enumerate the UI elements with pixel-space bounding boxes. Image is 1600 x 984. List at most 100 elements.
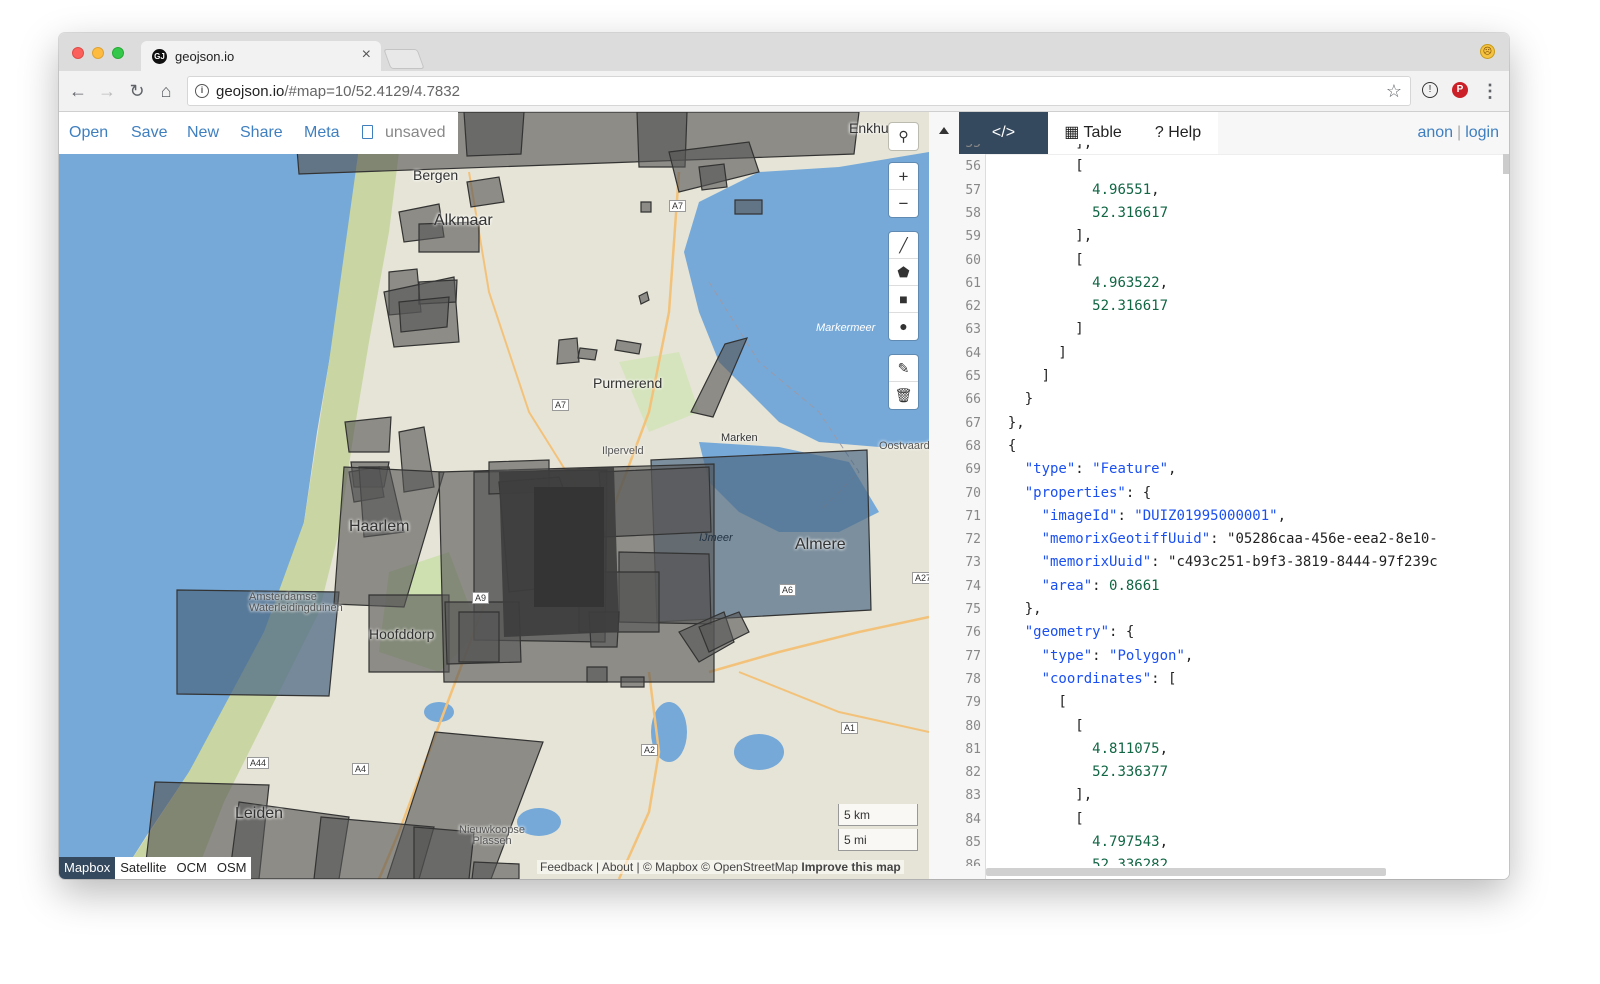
json-editor[interactable]: 55 ],56 [57 4.96551,58 52.31661759 ],60 …: [929, 144, 1509, 866]
draw-rectangle-icon[interactable]: ■: [889, 286, 918, 313]
search-icon[interactable]: ⚲: [889, 123, 918, 150]
layer-osm[interactable]: OSM: [212, 857, 252, 879]
bookmark-star-icon[interactable]: ☆: [1386, 81, 1402, 102]
map-view[interactable]: Bergen Alkmaar Enkhu Markermeer Purmeren…: [59, 112, 929, 879]
code-text: ],: [991, 787, 1093, 804]
line-number: 62: [965, 299, 981, 315]
collapse-icon[interactable]: [939, 127, 949, 134]
code-text: [: [991, 810, 1084, 827]
code-text: [: [991, 251, 1084, 268]
extension-icon[interactable]: !: [1422, 82, 1438, 98]
window-minimize-button[interactable]: [92, 47, 104, 59]
place-label: Marken: [721, 432, 758, 444]
editor-pane: </> JSON ▦ Table ? Help anon|login 55 ],…: [929, 112, 1509, 879]
pinterest-icon[interactable]: P: [1452, 82, 1468, 98]
zoom-out-button[interactable]: −: [889, 190, 918, 217]
code-text: 52.316617: [1092, 204, 1169, 221]
line-number: 73: [965, 555, 981, 571]
polygon: [398, 296, 450, 333]
browser-tab[interactable]: GJ geojson.io ×: [141, 41, 381, 71]
layer-ocm[interactable]: OCM: [172, 857, 212, 879]
tab-close-icon[interactable]: ×: [362, 46, 371, 64]
code-text: 52.336282: [1092, 857, 1169, 866]
line-number: 57: [965, 182, 981, 198]
code-text: [: [991, 717, 1084, 734]
table-icon: ▦: [1064, 124, 1084, 141]
info-icon[interactable]: i: [195, 84, 209, 98]
user-name[interactable]: anon: [1417, 124, 1453, 141]
code-text: "memorixUuid": "c493c251-b9f3-3819-8444-…: [1041, 554, 1438, 571]
layer-switcher: Mapbox Satellite OCM OSM: [59, 857, 252, 879]
reload-icon[interactable]: ↻: [127, 81, 147, 101]
trash-icon[interactable]: 🗑: [889, 382, 918, 409]
draw-polygon-icon[interactable]: ⬟: [889, 259, 918, 286]
code-text: "properties": {: [1024, 484, 1152, 501]
tab-strip: GJ geojson.io × ☹: [59, 33, 1509, 71]
line-number: 84: [965, 811, 981, 827]
polygon: [458, 611, 500, 663]
line-number: 83: [965, 788, 981, 804]
save-button[interactable]: Save: [131, 124, 167, 142]
meta-button[interactable]: Meta: [304, 124, 340, 142]
code-text: "imageId": "DUIZ01995000001",: [1041, 507, 1287, 524]
vertical-scrollbar[interactable]: [1503, 154, 1509, 174]
search-control[interactable]: ⚲: [889, 123, 918, 150]
share-button[interactable]: Share: [240, 124, 283, 142]
line-number: 67: [965, 415, 981, 431]
polygon: [698, 163, 728, 191]
home-icon[interactable]: ⌂: [156, 81, 176, 101]
place-label: Bergen: [413, 167, 459, 183]
code-text: 52.316617: [1092, 298, 1169, 315]
url-text[interactable]: geojson.io/#map=10/52.4129/4.7832: [216, 83, 460, 100]
profile-icon[interactable]: ☹: [1480, 44, 1495, 59]
new-button[interactable]: New: [187, 124, 219, 142]
polygon: [586, 666, 608, 683]
improve-map-link[interactable]: Improve this map: [801, 860, 900, 874]
new-tab-button[interactable]: [383, 49, 425, 69]
polygon: [466, 176, 505, 208]
line-number: 65: [965, 369, 981, 384]
polygon: [577, 347, 598, 361]
edit-icon[interactable]: ✎: [889, 355, 918, 382]
window-maximize-button[interactable]: [112, 47, 124, 59]
map-canvas[interactable]: [59, 112, 929, 879]
code-text: [: [991, 694, 1067, 711]
place-label: Purmerend: [593, 375, 663, 391]
zoom-in-button[interactable]: +: [889, 163, 918, 190]
code-text: "type": "Feature",: [1024, 461, 1177, 478]
window-close-button[interactable]: [72, 47, 84, 59]
place-label: Alkmaar: [434, 212, 493, 229]
line-number: 71: [965, 508, 981, 524]
layer-satellite[interactable]: Satellite: [115, 857, 171, 879]
code-text: ]: [991, 368, 1051, 384]
line-number: 68: [965, 438, 981, 454]
browser-window: GJ geojson.io × ☹ ← → ↻ ⌂ i geojson.io/#…: [59, 33, 1509, 879]
login-link[interactable]: login: [1465, 124, 1499, 141]
road-shield: A27: [912, 572, 929, 584]
code-text: 4.811075,: [1092, 740, 1169, 757]
road-shield: A1: [841, 722, 859, 734]
line-number: 61: [965, 275, 981, 291]
horizontal-scrollbar[interactable]: [986, 868, 1386, 876]
polygon: [463, 112, 525, 157]
open-button[interactable]: Open: [69, 124, 108, 142]
map-attribution[interactable]: Feedback | About | © Mapbox © OpenStreet…: [537, 860, 904, 874]
lake: [734, 734, 784, 770]
forward-arrow-icon[interactable]: →: [97, 81, 117, 101]
back-arrow-icon[interactable]: ←: [68, 81, 88, 101]
water-label: IJmeer: [699, 532, 733, 544]
draw-marker-icon[interactable]: ●: [889, 313, 918, 340]
polygon: [640, 201, 652, 213]
code-text: ],: [991, 228, 1093, 245]
draw-tools: ╱ ⬟ ■ ●: [889, 232, 918, 340]
layer-mapbox[interactable]: Mapbox: [59, 857, 116, 879]
app-menu: Open Save New Share Meta unsaved: [59, 112, 458, 154]
polygon: [556, 337, 580, 365]
kebab-menu-icon[interactable]: ⋮: [1480, 81, 1500, 101]
line-number: 69: [965, 462, 981, 478]
line-number: 76: [965, 625, 981, 641]
polygon: [471, 861, 520, 879]
draw-line-icon[interactable]: ╱: [889, 232, 918, 259]
place-label: Ilperveld: [602, 445, 644, 457]
address-bar[interactable]: i geojson.io/#map=10/52.4129/4.7832 ☆: [187, 76, 1411, 106]
